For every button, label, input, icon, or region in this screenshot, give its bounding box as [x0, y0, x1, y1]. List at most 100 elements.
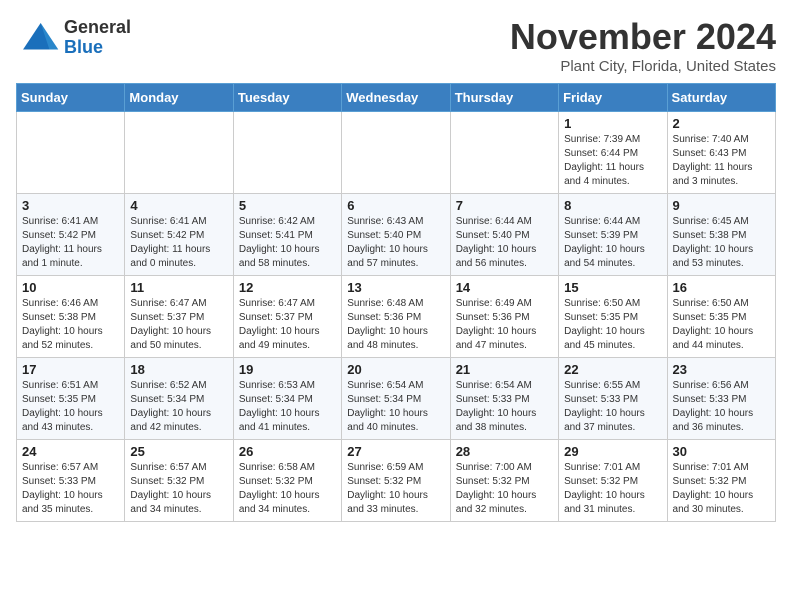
day-info: Sunrise: 6:45 AMSunset: 5:38 PMDaylight:… — [673, 215, 770, 271]
calendar-cell: 18 Sunrise: 6:52 AMSunset: 5:34 PMDayligh… — [125, 358, 233, 440]
calendar-table: SundayMondayTuesdayWednesdayThursdayFrid… — [16, 83, 776, 522]
logo-icon — [16, 16, 60, 60]
day-info: Sunrise: 6:44 AMSunset: 5:39 PMDaylight:… — [564, 215, 661, 271]
day-info: Sunrise: 7:01 AMSunset: 5:32 PMDaylight:… — [673, 461, 770, 517]
calendar-cell: 14 Sunrise: 6:49 AMSunset: 5:36 PMDayligh… — [450, 276, 558, 358]
day-info: Sunrise: 6:54 AMSunset: 5:33 PMDaylight:… — [456, 379, 553, 435]
page-subtitle: Plant City, Florida, United States — [510, 58, 776, 75]
day-info: Sunrise: 6:41 AMSunset: 5:42 PMDaylight:… — [130, 215, 227, 271]
calendar-cell — [17, 112, 125, 194]
day-number: 19 — [239, 362, 336, 377]
calendar-cell — [342, 112, 450, 194]
day-info: Sunrise: 6:42 AMSunset: 5:41 PMDaylight:… — [239, 215, 336, 271]
day-number: 22 — [564, 362, 661, 377]
calendar-cell: 11Sunrise: 6:47 AMSunset: 5:37 PMDayligh… — [125, 276, 233, 358]
day-number: 9 — [673, 198, 770, 213]
calendar-cell: 3Sunrise: 6:41 AMSunset: 5:42 PMDaylight… — [17, 194, 125, 276]
day-number: 20 — [347, 362, 444, 377]
logo-text: General Blue — [64, 18, 131, 58]
day-info: Sunrise: 7:39 AMSunset: 6:44 PMDaylight:… — [564, 133, 661, 189]
calendar-cell: 27 Sunrise: 6:59 AMSunset: 5:32 PMDayligh… — [342, 440, 450, 522]
calendar-cell: 22 Sunrise: 6:55 AMSunset: 5:33 PMDayligh… — [559, 358, 667, 440]
day-info: Sunrise: 6:48 AMSunset: 5:36 PMDaylight:… — [347, 297, 444, 353]
day-info: Sunrise: 6:51 AMSunset: 5:35 PMDaylight:… — [22, 379, 119, 435]
calendar-header-sunday: Sunday — [17, 84, 125, 112]
day-number: 29 — [564, 444, 661, 459]
day-number: 11 — [130, 280, 227, 295]
day-info: Sunrise: 6:41 AMSunset: 5:42 PMDaylight:… — [22, 215, 119, 271]
calendar-cell: 28 Sunrise: 7:00 AMSunset: 5:32 PMDayligh… — [450, 440, 558, 522]
day-info: Sunrise: 6:57 AMSunset: 5:33 PMDaylight:… — [22, 461, 119, 517]
day-number: 8 — [564, 198, 661, 213]
calendar-cell: 5 Sunrise: 6:42 AMSunset: 5:41 PMDaylight… — [233, 194, 341, 276]
day-number: 27 — [347, 444, 444, 459]
calendar-header-tuesday: Tuesday — [233, 84, 341, 112]
day-info: Sunrise: 6:54 AMSunset: 5:34 PMDaylight:… — [347, 379, 444, 435]
calendar-week-1: 1 Sunrise: 7:39 AMSunset: 6:44 PMDaylight… — [17, 112, 776, 194]
day-number: 12 — [239, 280, 336, 295]
day-number: 13 — [347, 280, 444, 295]
logo-general: General — [64, 18, 131, 38]
calendar-week-4: 17 Sunrise: 6:51 AMSunset: 5:35 PMDayligh… — [17, 358, 776, 440]
day-info: Sunrise: 6:55 AMSunset: 5:33 PMDaylight:… — [564, 379, 661, 435]
day-number: 28 — [456, 444, 553, 459]
calendar-cell: 16 Sunrise: 6:50 AMSunset: 5:35 PMDayligh… — [667, 276, 775, 358]
day-info: Sunrise: 6:57 AMSunset: 5:32 PMDaylight:… — [130, 461, 227, 517]
day-number: 6 — [347, 198, 444, 213]
day-info: Sunrise: 6:50 AMSunset: 5:35 PMDaylight:… — [673, 297, 770, 353]
day-info: Sunrise: 6:50 AMSunset: 5:35 PMDaylight:… — [564, 297, 661, 353]
day-number: 1 — [564, 116, 661, 131]
day-number: 7 — [456, 198, 553, 213]
calendar-cell: 29 Sunrise: 7:01 AMSunset: 5:32 PMDayligh… — [559, 440, 667, 522]
day-info: Sunrise: 7:40 AMSunset: 6:43 PMDaylight:… — [673, 133, 770, 189]
day-info: Sunrise: 6:58 AMSunset: 5:32 PMDaylight:… — [239, 461, 336, 517]
calendar-cell: 12Sunrise: 6:47 AMSunset: 5:37 PMDayligh… — [233, 276, 341, 358]
calendar-cell: 10 Sunrise: 6:46 AMSunset: 5:38 PMDayligh… — [17, 276, 125, 358]
day-info: Sunrise: 6:43 AMSunset: 5:40 PMDaylight:… — [347, 215, 444, 271]
day-number: 16 — [673, 280, 770, 295]
calendar-cell: 21 Sunrise: 6:54 AMSunset: 5:33 PMDayligh… — [450, 358, 558, 440]
title-block: November 2024 Plant City, Florida, Unite… — [510, 16, 776, 75]
calendar-cell: 1 Sunrise: 7:39 AMSunset: 6:44 PMDaylight… — [559, 112, 667, 194]
day-info: Sunrise: 6:59 AMSunset: 5:32 PMDaylight:… — [347, 461, 444, 517]
calendar-cell: 15Sunrise: 6:50 AMSunset: 5:35 PMDayligh… — [559, 276, 667, 358]
day-number: 4 — [130, 198, 227, 213]
calendar-cell — [233, 112, 341, 194]
day-number: 14 — [456, 280, 553, 295]
page-header: General Blue November 2024 Plant City, F… — [16, 16, 776, 75]
calendar-week-2: 3Sunrise: 6:41 AMSunset: 5:42 PMDaylight… — [17, 194, 776, 276]
logo-blue: Blue — [64, 38, 131, 58]
day-number: 5 — [239, 198, 336, 213]
calendar-cell — [125, 112, 233, 194]
day-info: Sunrise: 6:52 AMSunset: 5:34 PMDaylight:… — [130, 379, 227, 435]
calendar-header-monday: Monday — [125, 84, 233, 112]
day-info: Sunrise: 6:53 AMSunset: 5:34 PMDaylight:… — [239, 379, 336, 435]
calendar-week-5: 24 Sunrise: 6:57 AMSunset: 5:33 PMDayligh… — [17, 440, 776, 522]
calendar-cell: 24 Sunrise: 6:57 AMSunset: 5:33 PMDayligh… — [17, 440, 125, 522]
calendar-cell: 25 Sunrise: 6:57 AMSunset: 5:32 PMDayligh… — [125, 440, 233, 522]
calendar-header-thursday: Thursday — [450, 84, 558, 112]
day-number: 25 — [130, 444, 227, 459]
day-info: Sunrise: 7:00 AMSunset: 5:32 PMDaylight:… — [456, 461, 553, 517]
day-number: 2 — [673, 116, 770, 131]
calendar-cell: 4 Sunrise: 6:41 AMSunset: 5:42 PMDaylight… — [125, 194, 233, 276]
calendar-cell: 6 Sunrise: 6:43 AMSunset: 5:40 PMDaylight… — [342, 194, 450, 276]
calendar-header-wednesday: Wednesday — [342, 84, 450, 112]
calendar-cell: 26Sunrise: 6:58 AMSunset: 5:32 PMDayligh… — [233, 440, 341, 522]
day-number: 17 — [22, 362, 119, 377]
day-info: Sunrise: 7:01 AMSunset: 5:32 PMDaylight:… — [564, 461, 661, 517]
day-number: 24 — [22, 444, 119, 459]
day-number: 23 — [673, 362, 770, 377]
day-info: Sunrise: 6:49 AMSunset: 5:36 PMDaylight:… — [456, 297, 553, 353]
day-number: 18 — [130, 362, 227, 377]
day-info: Sunrise: 6:46 AMSunset: 5:38 PMDaylight:… — [22, 297, 119, 353]
calendar-cell — [450, 112, 558, 194]
calendar-cell: 17 Sunrise: 6:51 AMSunset: 5:35 PMDayligh… — [17, 358, 125, 440]
day-number: 21 — [456, 362, 553, 377]
calendar-cell: 19 Sunrise: 6:53 AMSunset: 5:34 PMDayligh… — [233, 358, 341, 440]
logo: General Blue — [16, 16, 131, 60]
calendar-cell: 7 Sunrise: 6:44 AMSunset: 5:40 PMDaylight… — [450, 194, 558, 276]
day-info: Sunrise: 6:44 AMSunset: 5:40 PMDaylight:… — [456, 215, 553, 271]
calendar-cell: 8 Sunrise: 6:44 AMSunset: 5:39 PMDaylight… — [559, 194, 667, 276]
day-number: 10 — [22, 280, 119, 295]
